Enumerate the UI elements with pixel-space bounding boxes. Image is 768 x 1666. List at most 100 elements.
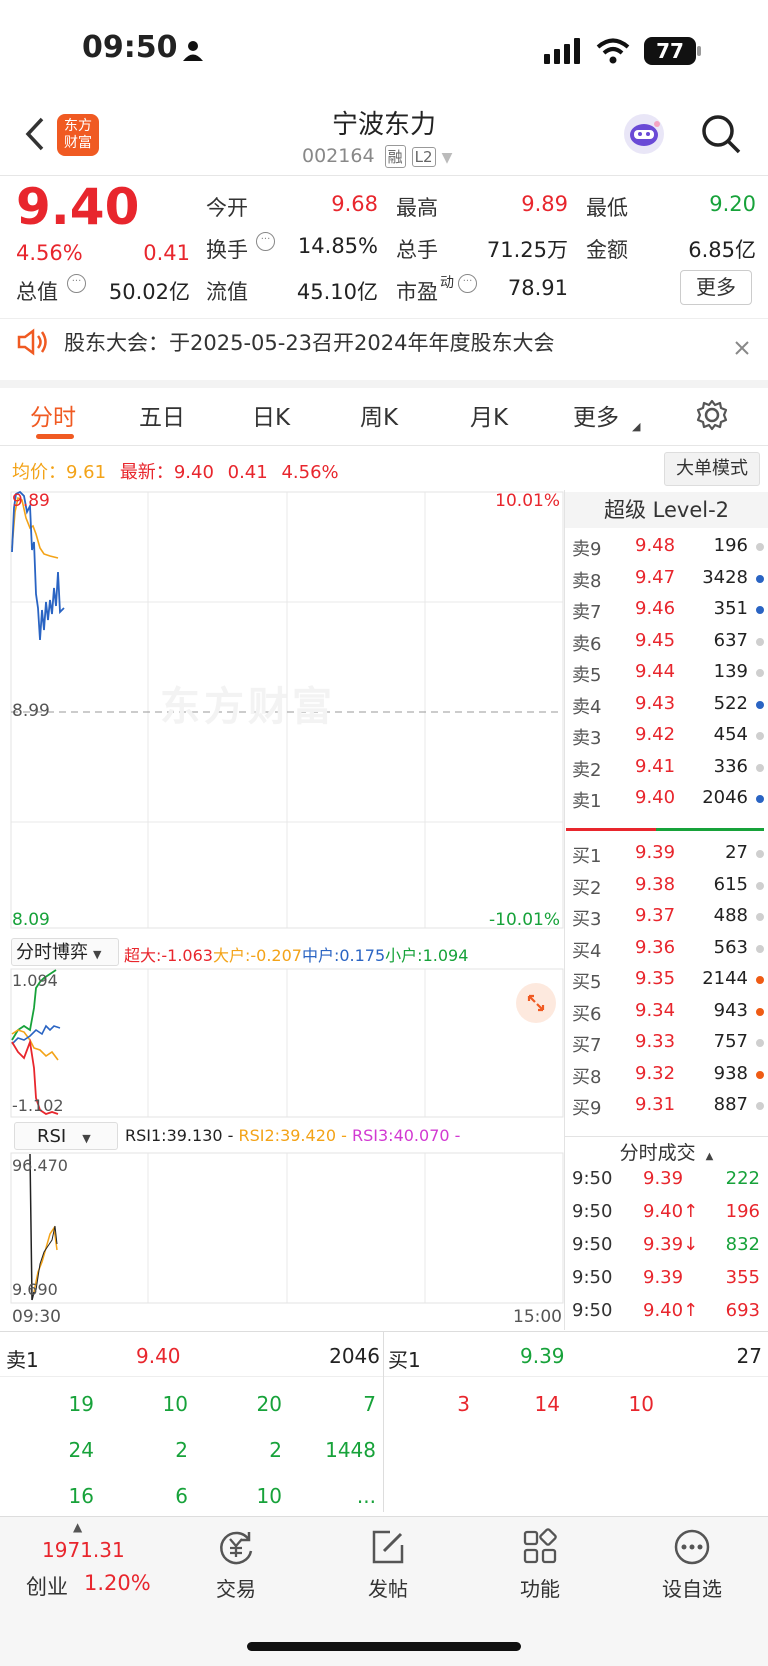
- bid-row[interactable]: 买1 9.39 27: [565, 838, 768, 868]
- nav-functions-label: 功能: [520, 1577, 560, 1601]
- trade-row: 9:50 9.40↑ 693: [565, 1298, 768, 1328]
- level-label: 买8: [572, 1066, 602, 1088]
- tab-intraday[interactable]: 分时: [30, 398, 76, 432]
- dropdown-icon: ▼: [82, 1132, 91, 1145]
- search-icon[interactable]: [700, 113, 742, 159]
- order-dot-icon: [756, 881, 764, 890]
- volume-value: 71.25万: [486, 238, 568, 262]
- info-icon[interactable]: ···: [256, 232, 275, 251]
- index-value[interactable]: 1971.31: [42, 1538, 125, 1562]
- pe-value: 78.91: [507, 276, 568, 300]
- ask-row[interactable]: 卖8 9.47 3428: [565, 563, 768, 593]
- rsi-selector[interactable]: RSI ▼: [14, 1122, 118, 1150]
- rsi-chart[interactable]: [0, 1152, 564, 1304]
- level-price: 9.31: [635, 1094, 676, 1115]
- rsi3-value: RSI3:40.070 -: [352, 1126, 461, 1145]
- bid-row[interactable]: 买5 9.35 2144: [565, 964, 768, 994]
- high-value: 9.89: [521, 192, 568, 216]
- ask-row[interactable]: 卖6 9.45 637: [565, 626, 768, 656]
- info-icon[interactable]: ···: [458, 274, 477, 293]
- bid-row[interactable]: 买7 9.33 757: [565, 1027, 768, 1057]
- ask-row[interactable]: 卖5 9.44 139: [565, 657, 768, 687]
- legend-mid: 中户:0.175: [301, 946, 386, 965]
- trades-title[interactable]: 分时成交 ▲: [565, 1138, 768, 1165]
- tab-five-day[interactable]: 五日: [139, 398, 185, 432]
- nav-add-watchlist[interactable]: 设自选: [654, 1527, 730, 1602]
- order-dot-icon: [756, 669, 764, 677]
- level-volume: 2144: [702, 968, 748, 989]
- yuan-exchange-icon: [220, 1531, 253, 1565]
- ask-row[interactable]: 卖1 9.40 2046: [565, 783, 768, 813]
- chevron-down-icon[interactable]: ▼: [442, 150, 453, 166]
- notice-text[interactable]: 股东大会：于2025-05-23召开2024年年度股东大会: [64, 327, 554, 357]
- rsi-max-label: 96.470: [12, 1156, 68, 1175]
- level2-title[interactable]: 超级 Level-2: [565, 492, 768, 528]
- ask-row[interactable]: 卖9 9.48 196: [565, 531, 768, 561]
- level-price: 9.34: [635, 999, 676, 1021]
- close-icon[interactable]: [734, 340, 750, 360]
- bid-row[interactable]: 买6 9.34 943: [565, 996, 768, 1026]
- bid-row[interactable]: 买9 9.31 887: [565, 1090, 768, 1120]
- nav-trade[interactable]: 交易: [200, 1527, 272, 1602]
- level-label: 卖8: [572, 570, 602, 592]
- queue-bid-label: 买1: [388, 1348, 421, 1372]
- float-label: 流值: [206, 280, 248, 304]
- signal-icon: [544, 38, 584, 68]
- tab-more[interactable]: 更多: [573, 398, 619, 432]
- order-dot-icon: [756, 543, 764, 551]
- big-order-mode-button[interactable]: 大单模式: [664, 452, 760, 486]
- order-dot-icon: [756, 700, 764, 709]
- nav-post[interactable]: 发帖: [352, 1527, 424, 1602]
- index-name[interactable]: 创业: [26, 1571, 68, 1601]
- level-label: 买1: [572, 846, 602, 867]
- avg-label: 均价：: [12, 462, 66, 483]
- info-icon[interactable]: ···: [67, 274, 86, 293]
- level-label: 买2: [572, 877, 602, 899]
- bid-row[interactable]: 买2 9.38 615: [565, 870, 768, 900]
- level-price: 9.41: [635, 755, 676, 777]
- nav-trade-label: 交易: [216, 1577, 256, 1601]
- bid-row[interactable]: 买3 9.37 488: [565, 901, 768, 931]
- trade-volume: 355: [725, 1267, 760, 1288]
- trade-time: 9:50: [572, 1234, 613, 1255]
- gear-icon[interactable]: [696, 399, 728, 435]
- more-button[interactable]: 更多: [680, 270, 752, 305]
- order-dot-icon: [756, 1070, 764, 1079]
- legend-super: 超大:-1.063: [124, 946, 213, 965]
- ask-row[interactable]: 卖4 9.43 522: [565, 689, 768, 719]
- trade-price: 9.40↑: [643, 1300, 699, 1321]
- ask-row[interactable]: 卖3 9.42 454: [565, 720, 768, 750]
- level-label: 买3: [572, 909, 602, 930]
- level-price: 9.48: [635, 535, 676, 556]
- open-value: 9.68: [331, 192, 378, 216]
- ask-row[interactable]: 卖7 9.46 351: [565, 594, 768, 624]
- game-chart[interactable]: [0, 968, 564, 1118]
- tab-month-k[interactable]: 月K: [470, 398, 508, 432]
- level-price: 9.42: [635, 724, 676, 745]
- nav-functions[interactable]: 功能: [504, 1527, 576, 1602]
- bid-row[interactable]: 买8 9.32 938: [565, 1059, 768, 1089]
- bid-row[interactable]: 买4 9.36 563: [565, 933, 768, 963]
- tab-active-indicator: [36, 434, 74, 439]
- index-pct[interactable]: 1.20%: [84, 1571, 151, 1595]
- watermark-logo: 东方财富: [160, 684, 336, 730]
- level-label: 买4: [572, 940, 602, 962]
- trade-list: 9:50 9.39 222 9:50 9.40↑ 196 9:50 9.39↓ 832 9:50 9…: [565, 1166, 768, 1332]
- order-dot-icon: [756, 637, 764, 646]
- chart-info-line: 均价：9.61 最新：9.40 0.41 4.56%: [12, 458, 339, 484]
- trade-row: 9:50 9.40↑ 196: [565, 1199, 768, 1229]
- tab-day-k[interactable]: 日K: [252, 398, 290, 432]
- queue-order-cell: 2: [175, 1438, 188, 1462]
- expand-icon[interactable]: [516, 983, 556, 1023]
- ask-row[interactable]: 卖2 9.41 336: [565, 752, 768, 782]
- order-dot-icon: [756, 944, 764, 953]
- queue-order-cell: 2: [269, 1438, 282, 1462]
- order-dot-icon: [756, 913, 764, 921]
- game-selector[interactable]: 分时博弈 ▼: [11, 938, 119, 966]
- open-label: 今开: [206, 196, 248, 220]
- l2-badge: L2: [411, 147, 436, 167]
- tab-week-k[interactable]: 周K: [360, 398, 398, 432]
- nav-add-watchlist-label: 设自选: [662, 1577, 722, 1601]
- robot-assistant-icon[interactable]: [624, 114, 664, 154]
- time-start-label: 09:30: [12, 1307, 61, 1327]
